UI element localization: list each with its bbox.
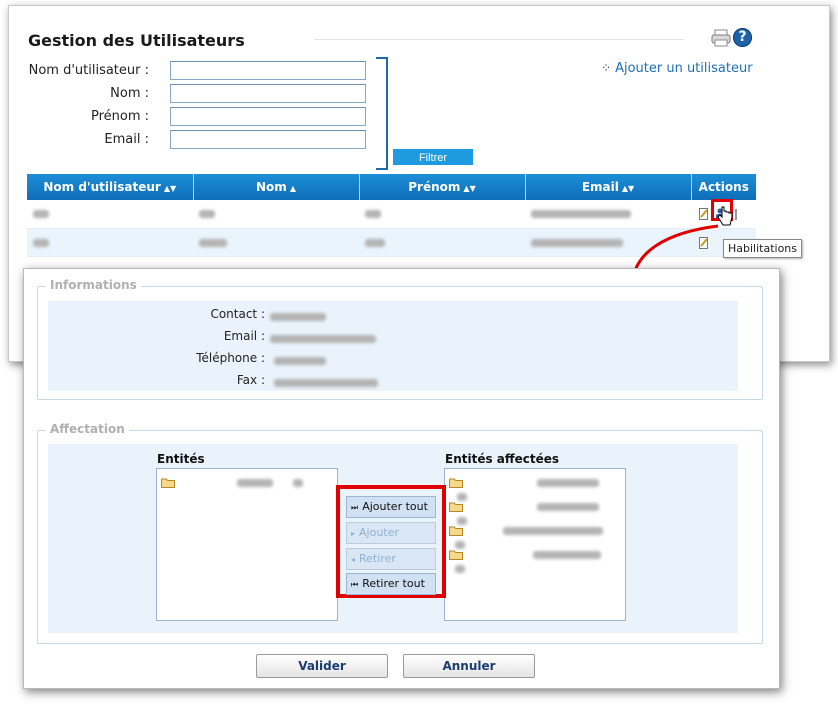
assigned-entities-title: Entités affectées	[445, 452, 560, 466]
filter-button[interactable]: Filtrer	[393, 149, 473, 165]
redacted-text	[270, 312, 326, 321]
lastname-input[interactable]	[170, 84, 366, 103]
column-header-lastname[interactable]: Nom ▲	[193, 174, 360, 200]
assigned-entities-listbox[interactable]	[444, 468, 626, 621]
column-header-actions: Actions	[691, 174, 756, 200]
redacted-text	[531, 210, 631, 219]
contact-label: Contact :	[210, 307, 265, 321]
email-value	[270, 331, 376, 345]
list-item[interactable]	[449, 547, 619, 573]
remove-button[interactable]: ◂ Retirer	[346, 548, 436, 570]
informations-legend: Informations	[46, 278, 141, 292]
list-item[interactable]	[449, 499, 619, 525]
fax-label: Fax :	[236, 373, 265, 387]
contact-value	[270, 309, 326, 323]
redacted-text	[536, 502, 599, 511]
cancel-button[interactable]: Annuler	[403, 654, 535, 678]
page-title: Gestion des Utilisateurs	[28, 31, 245, 50]
informations-panel: Contact : Email : Téléphone : Fax :	[48, 301, 738, 391]
fast-forward-icon: ⏭	[351, 503, 359, 512]
redacted-text	[33, 210, 49, 219]
redacted-text	[536, 478, 599, 487]
redacted-text	[365, 210, 381, 219]
column-header-firstname[interactable]: Prénom ▲▼	[359, 174, 526, 200]
redacted-text	[365, 238, 385, 247]
help-icon[interactable]: ?	[733, 28, 752, 47]
redacted-text	[292, 478, 303, 487]
add-user-label: Ajouter un utilisateur	[615, 61, 753, 76]
sort-icon: ▲▼	[463, 184, 476, 193]
redacted-text	[455, 564, 465, 573]
redacted-text	[236, 478, 273, 487]
rewind-icon: ⏮	[351, 580, 359, 589]
list-item[interactable]	[449, 523, 619, 549]
remove-all-button[interactable]: ⏮ Retirer tout	[346, 573, 436, 595]
folder-icon	[449, 526, 463, 536]
delete-icon[interactable]	[734, 208, 737, 220]
phone-label: Téléphone :	[196, 351, 265, 365]
informations-fieldset: Informations Contact : Email : Téléphone…	[37, 278, 763, 400]
arrow-left-icon: ◂	[351, 555, 356, 564]
entities-title: Entités	[157, 452, 205, 466]
email-input[interactable]	[170, 130, 366, 149]
username-input[interactable]	[170, 61, 366, 80]
email-label: Email :	[104, 132, 149, 147]
sort-icon: ▲▼	[163, 184, 177, 193]
sort-icon: ▲▼	[621, 184, 635, 193]
add-all-button[interactable]: ⏭ Ajouter tout	[346, 496, 436, 518]
entities-listbox[interactable]	[156, 468, 338, 621]
filter-bracket	[376, 57, 388, 170]
email-info-label: Email :	[223, 329, 265, 343]
redacted-text	[33, 238, 49, 247]
redacted-text	[274, 356, 326, 365]
fax-value	[274, 375, 378, 389]
redacted-text	[502, 526, 603, 535]
list-item[interactable]	[161, 475, 331, 489]
add-user-icon: ⁘	[601, 61, 611, 75]
affectation-legend: Affectation	[46, 422, 129, 436]
column-header-username[interactable]: Nom d'utilisateur ▲▼	[27, 174, 194, 200]
redacted-text	[199, 210, 215, 219]
add-button[interactable]: ▸ Ajouter	[346, 522, 436, 544]
habilitations-dialog: Informations Contact : Email : Téléphone…	[23, 268, 780, 689]
folder-icon	[449, 502, 463, 512]
title-divider	[314, 39, 684, 40]
firstname-label: Prénom :	[90, 109, 149, 124]
print-icon[interactable]	[711, 29, 731, 47]
folder-icon	[161, 478, 175, 488]
add-user-link[interactable]: ⁘ Ajouter un utilisateur	[601, 61, 753, 76]
habilitations-tooltip: Habilitations	[723, 239, 802, 258]
redacted-text	[532, 550, 601, 559]
validate-button[interactable]: Valider	[256, 654, 388, 678]
sort-icon: ▲	[289, 184, 296, 193]
column-header-email[interactable]: Email ▲▼	[525, 174, 692, 200]
edit-icon[interactable]	[699, 208, 709, 221]
folder-icon	[449, 478, 463, 488]
firstname-input[interactable]	[170, 107, 366, 126]
lastname-label: Nom :	[110, 86, 149, 101]
list-item[interactable]	[449, 475, 619, 501]
username-label: Nom d'utilisateur :	[28, 63, 149, 78]
redacted-text	[274, 378, 378, 387]
folder-icon	[449, 550, 463, 560]
redacted-text	[199, 238, 227, 247]
redacted-text	[270, 334, 376, 343]
arrow-right-icon: ▸	[351, 529, 356, 538]
phone-value	[274, 353, 326, 367]
